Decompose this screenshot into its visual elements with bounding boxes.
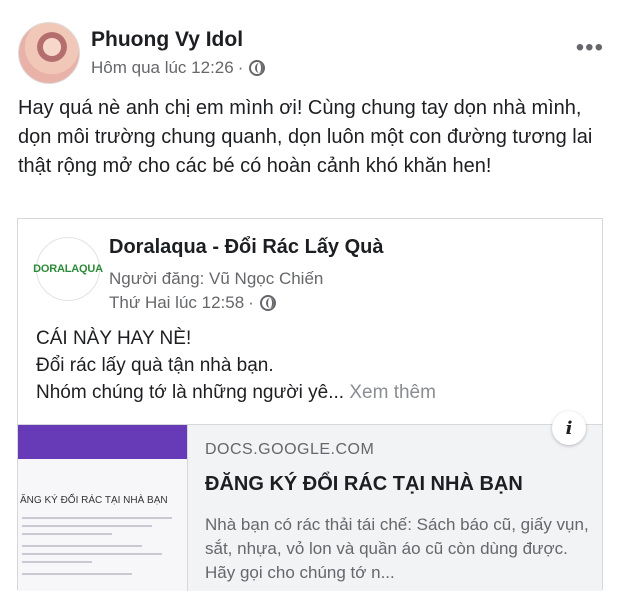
shared-post-card[interactable]: DORALAQUA Doralaqua - Đổi Rác Lấy Quà Ng… [17,218,603,591]
form-header-bar [18,425,187,459]
shared-text-line: Nhóm chúng tớ là những người yê... Xem t… [36,379,596,406]
globe-icon[interactable] [249,60,266,76]
thumbnail-title: ĂNG KÝ ĐỔI RÁC TẠI NHÀ BẠN [20,495,168,506]
shared-meta: Thứ Hai lúc 12:58 · [109,293,276,313]
page-avatar-logo-text: DORALAQUA [33,263,103,275]
shared-text-line: Đổi rác lấy quà tận nhà bạn. [36,355,274,376]
page-avatar[interactable]: DORALAQUA [33,237,103,301]
post-meta: Hôm qua lúc 12:26 · [91,58,266,78]
post-text: Hay quá nè anh chị em mình ơi! Cùng chun… [18,97,593,177]
thumbnail-text-line [22,561,92,563]
post-timestamp[interactable]: Hôm qua lúc 12:26 [91,58,234,78]
more-options-icon[interactable]: ••• [576,34,604,62]
shared-page-name[interactable]: Doralaqua - Đổi Rác Lấy Quà [109,236,384,259]
info-icon[interactable]: i [552,411,586,445]
author-name[interactable]: Phuong Vy Idol [91,28,243,52]
thumbnail-text-line [22,553,162,555]
link-thumbnail[interactable]: ĂNG KÝ ĐỔI RÁC TẠI NHÀ BẠN [18,425,188,591]
shared-meta-separator: · [248,293,254,312]
link-description: Nhà bạn có rác thải tái chế: Sách báo cũ… [205,515,589,582]
link-preview[interactable]: ĂNG KÝ ĐỔI RÁC TẠI NHÀ BẠN i DOCS.GOOGLE… [18,411,602,591]
shared-post-text: CÁI NÀY HAY NÈ! Đổi rác lấy quà tận nhà … [36,325,596,406]
link-domain: DOCS.GOOGLE.COM [205,441,375,458]
author-avatar[interactable] [18,22,80,84]
thumbnail-text-line [22,517,172,519]
thumbnail-text-line [22,573,132,575]
link-info[interactable]: i DOCS.GOOGLE.COM ĐĂNG KÝ ĐỔI RÁC TẠI NH… [188,411,602,591]
thumbnail-text-line [22,533,112,535]
meta-separator: · [237,58,244,77]
globe-icon[interactable] [259,295,276,311]
shared-text-truncated: Nhóm chúng tớ là những người yê... [36,382,345,403]
see-more-link[interactable]: Xem thêm [349,382,436,403]
facebook-post: Phuong Vy Idol Hôm qua lúc 12:26 · ••• H… [0,0,622,600]
shared-text-line: CÁI NÀY HAY NÈ! [36,328,192,349]
link-title[interactable]: ĐĂNG KÝ ĐỔI RÁC TẠI NHÀ BẠN [205,473,523,496]
thumbnail-text-line [22,545,142,547]
shared-poster: Người đăng: Vũ Ngọc Chiến [109,269,324,288]
shared-timestamp[interactable]: Thứ Hai lúc 12:58 [109,293,244,313]
thumbnail-text-line [22,525,152,527]
